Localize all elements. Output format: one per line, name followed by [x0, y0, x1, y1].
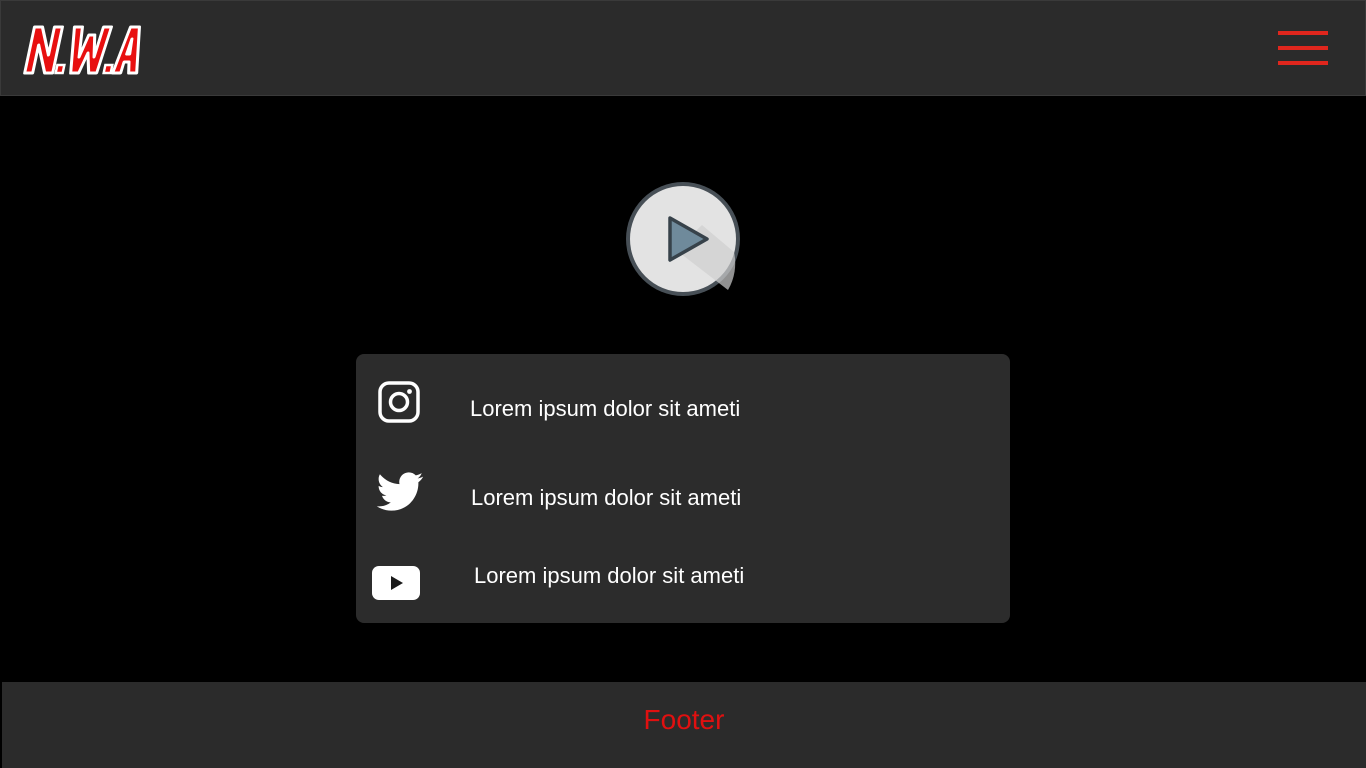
nwa-logo[interactable] — [23, 15, 145, 81]
instagram-link-label: Lorem ipsum dolor sit ameti — [470, 396, 741, 421]
social-links-panel: Lorem ipsum dolor sit ameti Lorem ipsum … — [356, 354, 1010, 623]
social-link-youtube[interactable]: Lorem ipsum dolor sit ameti — [356, 548, 1010, 608]
social-link-twitter[interactable]: Lorem ipsum dolor sit ameti — [356, 468, 1010, 528]
header-bar — [0, 0, 1366, 96]
footer-label: Footer — [643, 704, 725, 735]
twitter-link-label: Lorem ipsum dolor sit ameti — [471, 485, 742, 510]
instagram-icon — [378, 381, 420, 423]
footer-bar: Footer — [2, 682, 1366, 768]
hamburger-menu-icon[interactable] — [1275, 29, 1331, 69]
youtube-icon — [372, 566, 420, 600]
youtube-link-label: Lorem ipsum dolor sit ameti — [474, 563, 745, 588]
twitter-icon — [376, 472, 426, 514]
play-icon[interactable] — [624, 180, 742, 298]
social-link-instagram[interactable]: Lorem ipsum dolor sit ameti — [356, 378, 1010, 438]
